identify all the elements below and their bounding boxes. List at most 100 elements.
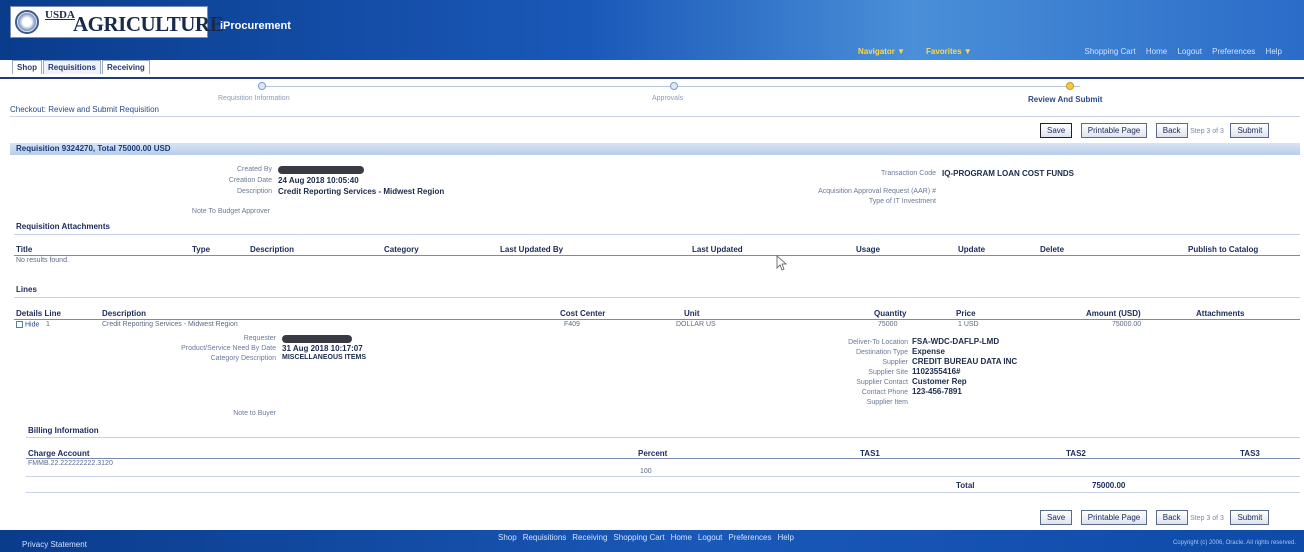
global-links: Shopping Cart Home Logout Preferences He… (1077, 47, 1283, 56)
delivery-detail-label: Supplier Site (868, 369, 908, 376)
delivery-detail-value: Expense (912, 347, 945, 356)
save-button[interactable]: Save (1040, 123, 1073, 138)
train-step-2-icon[interactable] (670, 82, 678, 90)
delivery-detail-label: Supplier Contact (856, 379, 908, 386)
created-by-label: Created By (236, 166, 272, 173)
col-line-description: Description (102, 309, 147, 318)
delivery-detail-row: Contact Phone 123-456-7891 (820, 386, 962, 396)
tab-receiving[interactable]: Receiving (102, 60, 150, 74)
shopping-cart-link[interactable]: Shopping Cart (1085, 47, 1136, 56)
line-description: Credit Reporting Services - Midwest Regi… (102, 321, 238, 328)
col-price: Price (956, 309, 976, 318)
lines-header-rule (14, 319, 1300, 320)
tab-bar: Shop Requisitions Receiving (12, 60, 151, 76)
app-title: iProcurement (220, 20, 291, 32)
preferences-link[interactable]: Preferences (1212, 47, 1255, 56)
home-link[interactable]: Home (1146, 47, 1167, 56)
requester-label: Requester (243, 335, 276, 342)
step-indicator-bottom: Step 3 of 3 (1190, 515, 1224, 522)
mouse-pointer-icon (776, 255, 788, 271)
back-button-bottom[interactable]: Back (1155, 510, 1188, 525)
col-unit: Unit (684, 309, 700, 318)
footer-link[interactable]: Preferences (728, 533, 771, 542)
line-unit: DOLLAR US (676, 321, 716, 328)
delivery-detail-value: FSA-WDC-DAFLP-LMD (912, 337, 1000, 346)
billing-rule (26, 437, 1300, 438)
favorites-menu[interactable]: Favorites ▼ (926, 47, 972, 56)
delivery-detail-row: Supplier CREDIT BUREAU DATA INC (820, 356, 1017, 366)
top-actions: Save Printable Page Back Step 3 of 3 Sub… (1040, 123, 1270, 138)
col-tas3: TAS3 (1240, 449, 1260, 458)
line-cost-center: F409 (564, 321, 580, 328)
aar-label: Acquisition Approval Request (AAR) # (818, 188, 936, 195)
category-label: Category Description (210, 355, 276, 362)
hide-link[interactable]: Hide (25, 321, 39, 328)
tab-shop[interactable]: Shop (12, 60, 42, 74)
footer-link[interactable]: Home (671, 533, 692, 542)
category-value: MISCELLANEOUS ITEMS (282, 354, 367, 361)
note-buyer-label: Note to Buyer (233, 410, 276, 417)
title-rule (10, 116, 1300, 117)
tab-divider (0, 77, 1304, 79)
no-results-text: No results found. (16, 257, 69, 264)
bottom-actions: Save Printable Page Back Step 3 of 3 Sub… (1040, 510, 1270, 525)
logout-link[interactable]: Logout (1177, 47, 1201, 56)
save-button-bottom[interactable]: Save (1040, 510, 1073, 525)
footer-link[interactable]: Help (778, 533, 794, 542)
usda-seal-icon (15, 10, 39, 34)
col-usage: Usage (856, 245, 881, 254)
charge-account-value: FMMB.22.222222222.3120 (28, 460, 113, 467)
agency-name: AGRICULTURE (73, 12, 224, 36)
navigator-menu[interactable]: Navigator ▼ (858, 47, 905, 56)
footer-link[interactable]: Logout (698, 533, 722, 542)
train-step-1-label[interactable]: Requisition Information (218, 95, 290, 102)
submit-button[interactable]: Submit (1230, 123, 1270, 138)
created-by-redacted (278, 166, 364, 174)
attachments-rule (14, 234, 1300, 235)
note-budget-label: Note To Budget Approver (191, 208, 270, 215)
col-last-updated-by: Last Updated By (500, 245, 564, 254)
footer-link[interactable]: Receiving (572, 533, 607, 542)
help-link[interactable]: Help (1266, 47, 1282, 56)
attachments-header-rule (14, 255, 1300, 256)
col-title: Title (16, 245, 33, 254)
usda-logo: USDA AGRICULTURE (10, 6, 224, 38)
col-details-line: Details Line (16, 309, 61, 318)
footer-link[interactable]: Shop (498, 533, 517, 542)
privacy-link[interactable]: Privacy Statement (22, 540, 87, 549)
col-tas1: TAS1 (860, 449, 880, 458)
lines-heading: Lines (16, 285, 37, 294)
requisition-summary-bar: Requisition 9324270, Total 75000.00 USD (10, 143, 1300, 155)
col-cost-center: Cost Center (560, 309, 606, 318)
col-delete: Delete (1040, 245, 1065, 254)
collapse-icon (16, 321, 23, 328)
printable-page-button-bottom[interactable]: Printable Page (1080, 510, 1148, 525)
train-step-3-label: Review And Submit (1028, 95, 1103, 104)
footer-link[interactable]: Requisitions (523, 533, 567, 542)
train-step-1-icon[interactable] (258, 82, 266, 90)
tab-requisitions[interactable]: Requisitions (43, 60, 102, 74)
billing-heading: Billing Information (28, 426, 99, 435)
submit-button-bottom[interactable]: Submit (1230, 510, 1270, 525)
requester-redacted (282, 335, 352, 343)
train-step-2-label[interactable]: Approvals (652, 95, 683, 102)
need-by-value: 31 Aug 2018 10:17:07 (282, 344, 363, 353)
delivery-detail-value: 123-456-7891 (912, 387, 962, 396)
delivery-detail-value: Customer Rep (912, 377, 967, 386)
footer-link[interactable]: Shopping Cart (613, 533, 664, 542)
need-by-label: Product/Service Need By Date (181, 345, 276, 352)
line-number: 1 (46, 321, 50, 328)
col-quantity: Quantity (874, 309, 907, 318)
delivery-detail-row: Supplier Contact Customer Rep (820, 376, 967, 386)
delivery-detail-row: Deliver-To Location FSA-WDC-DAFLP-LMD (820, 336, 999, 346)
delivery-detail-label: Deliver-To Location (848, 339, 908, 346)
col-update: Update (958, 245, 986, 254)
printable-page-button[interactable]: Printable Page (1080, 123, 1148, 138)
transaction-code-label: Transaction Code (881, 170, 936, 177)
line-amount: 75000.00 (1112, 321, 1142, 328)
hide-details-toggle[interactable]: Hide (16, 321, 39, 328)
back-button[interactable]: Back (1155, 123, 1188, 138)
transaction-code-value: IQ-PROGRAM LOAN COST FUNDS (942, 169, 1074, 178)
col-tas2: TAS2 (1066, 449, 1086, 458)
total-rule (26, 492, 1300, 493)
